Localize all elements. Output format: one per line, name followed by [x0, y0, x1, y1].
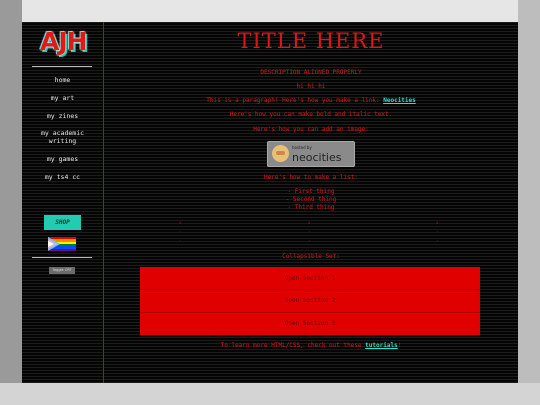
footer-end: !: [397, 342, 402, 349]
collapsible-set: Open Section 1 Open Section 2 Open Secti…: [140, 267, 480, 335]
list-intro-text: Here's how to make a list:: [264, 174, 358, 181]
section-toggle-1[interactable]: Open Section 1: [140, 275, 480, 283]
section-divider: [140, 312, 480, 313]
badge-big-text: neocities: [292, 151, 342, 164]
pride-flag-icon: [48, 237, 76, 251]
sidebar-item-academic-writing[interactable]: my academic writing: [26, 129, 99, 145]
neocities-badge-image[interactable]: hosted by neocities: [267, 141, 355, 167]
grid-column-marker: x · ·: [308, 220, 311, 243]
monitor-bezel-left: [0, 0, 22, 405]
shop-button[interactable]: SHOP: [44, 215, 81, 230]
page-title: TITLE HERE: [237, 29, 385, 53]
sidebar-item-home[interactable]: home: [26, 76, 99, 84]
hi-text: hi hi hi: [296, 83, 326, 90]
monitor-bezel-bottom: [0, 383, 540, 405]
footer-text: To learn more HTML/CSS, check out these …: [104, 342, 518, 350]
list-item: - Third thing: [287, 204, 335, 211]
section-toggle-3[interactable]: Open Section 3: [140, 320, 480, 328]
collapsible-title: Collapsible Set:: [282, 253, 340, 260]
section-toggle-2[interactable]: Open Section 2: [140, 297, 480, 305]
footer-body: To learn more HTML/CSS, check out these: [220, 342, 366, 349]
sidebar: AJH home my art my zines my academic wri…: [22, 22, 104, 383]
bold-italic-text: Here's how you can make bold and italic …: [229, 111, 393, 118]
paragraph-text: This is a paragraph! Here's how you make…: [104, 97, 518, 105]
section-divider: [140, 289, 480, 290]
tutorials-link[interactable]: tutorials: [365, 342, 398, 349]
image-intro-text: Here's how you can add an image:: [253, 126, 369, 133]
monitor-bezel-top: [0, 0, 540, 22]
sidebar-divider-bottom: [32, 257, 92, 258]
toggle-crt-button[interactable]: Toggle CRT: [49, 267, 75, 274]
sidebar-divider: [32, 66, 92, 67]
site-logo[interactable]: AJH: [40, 27, 88, 57]
badge-small-text: hosted by: [292, 145, 312, 150]
grid-column-marker: x · ·: [179, 220, 182, 243]
sidebar-item-zines[interactable]: my zines: [26, 112, 99, 120]
neocities-link[interactable]: Neocities: [383, 97, 416, 104]
main-content: TITLE HERE DESCRIPTION ALIGNED PROPERLY …: [104, 22, 518, 383]
list-item: - Second thing: [285, 196, 337, 203]
description-text: DESCRIPTION ALIGNED PROPERLY: [260, 69, 362, 76]
grid-column-marker: x · ·: [436, 220, 439, 243]
sidebar-item-games[interactable]: my games: [26, 155, 99, 163]
cat-mascot-icon: [272, 145, 289, 162]
list-item: - First thing: [287, 188, 335, 195]
paragraph-body: This is a paragraph! Here's how you make…: [206, 97, 384, 104]
sidebar-item-ts4-cc[interactable]: my ts4 cc: [26, 173, 99, 181]
monitor-bezel-right: [518, 0, 540, 405]
sidebar-item-art[interactable]: my art: [26, 94, 99, 102]
crt-screen: AJH home my art my zines my academic wri…: [22, 22, 518, 383]
